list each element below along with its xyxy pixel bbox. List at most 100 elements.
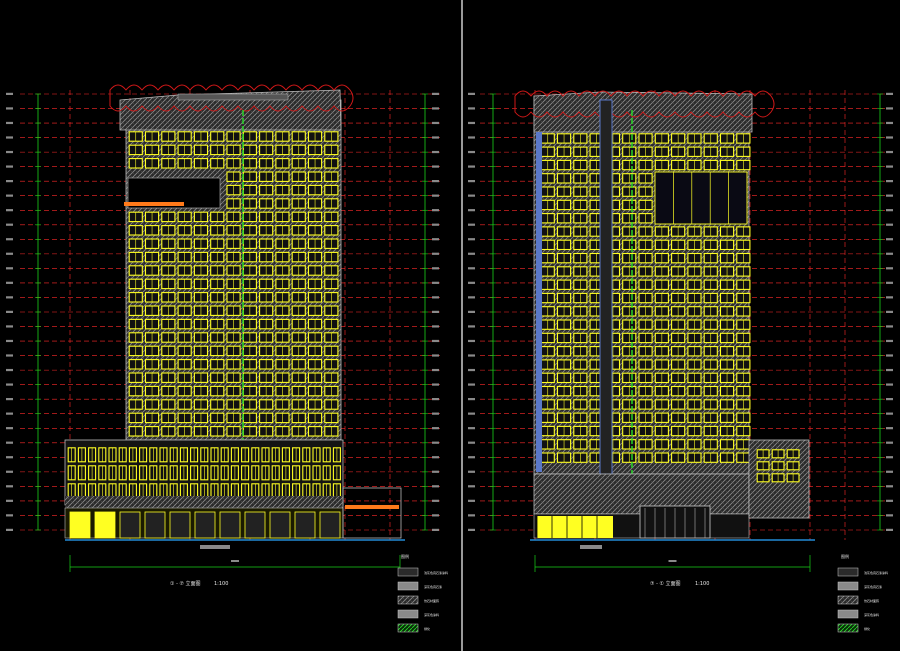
- shop-window: [144, 511, 166, 539]
- level-label-mark: [6, 354, 13, 357]
- level-label-mark: [886, 136, 893, 139]
- level-label-mark: [886, 223, 893, 226]
- level-label-mark: [6, 165, 13, 168]
- level-label-mark: [468, 180, 475, 183]
- level-label-mark: [6, 339, 13, 343]
- tower-left: [109, 84, 354, 441]
- level-label-mark: [6, 92, 13, 95]
- level-label-mark: [468, 412, 475, 415]
- legend-label: 仿石材面砖: [864, 598, 879, 603]
- level-label-mark: [6, 281, 13, 284]
- shop-window: [294, 511, 316, 539]
- level-label-mark: [886, 456, 893, 459]
- level-label-mark: [886, 121, 893, 125]
- shop-window: [69, 511, 91, 539]
- level-label-mark: [886, 354, 893, 357]
- legend-label: 浅灰色真石漆涂料: [424, 570, 448, 575]
- level-label-mark: [886, 412, 893, 415]
- level-label-mark: [432, 165, 439, 168]
- level-label-mark: [6, 150, 13, 154]
- drawing-title-left: ① - ⑦ 立面图: [170, 580, 201, 587]
- level-label-mark: [432, 281, 439, 284]
- level-label-mark: [468, 194, 475, 197]
- level-label-mark: [468, 528, 475, 531]
- level-label-mark: [886, 368, 893, 372]
- level-label-mark: [6, 485, 13, 488]
- level-label-mark: [886, 267, 893, 270]
- level-label-mark: [6, 121, 13, 125]
- legend-left: 图例浅灰色真石漆涂料深灰色真石漆仿石材面砖深灰色涂料绿化: [397, 553, 448, 633]
- legend-swatch: [397, 595, 419, 605]
- level-label-mark: [468, 252, 475, 255]
- level-label-mark: [432, 485, 439, 488]
- level-label-mark: [432, 427, 439, 430]
- level-label-mark: [432, 383, 439, 386]
- level-label-mark: [886, 398, 893, 401]
- level-label-mark: [432, 528, 439, 531]
- level-label-mark: [886, 441, 893, 444]
- legend-label: 绿化: [864, 626, 870, 631]
- level-label-mark: [432, 514, 439, 517]
- level-label-mark: [886, 281, 893, 284]
- level-label-mark: [886, 499, 893, 502]
- level-label-mark: [468, 456, 475, 459]
- shop-window: [219, 511, 241, 539]
- legend-swatch: [837, 567, 859, 577]
- level-label-mark: [432, 499, 439, 502]
- podium-band: [65, 496, 343, 508]
- level-label-mark: [886, 427, 893, 430]
- level-label-mark: [6, 107, 13, 110]
- legend-heading: 图例: [841, 553, 849, 559]
- level-label-mark: [468, 470, 475, 473]
- legend-label: 绿化: [424, 626, 430, 631]
- drawing-title-right: ⑦ - ① 立面图: [650, 580, 681, 587]
- level-label-mark: [6, 194, 13, 197]
- legend-swatch: [397, 567, 419, 577]
- level-label-mark: [432, 441, 439, 444]
- level-label-mark: [432, 136, 439, 139]
- legend-swatch: [837, 609, 859, 619]
- cad-elevation-drawings: ① - ⑦ 立面图 1:100 图例浅灰色真石漆涂料深灰色真石漆仿石材面砖深灰色…: [6, 84, 895, 633]
- level-label-mark: [6, 441, 13, 444]
- level-label-mark: [886, 514, 893, 517]
- level-label-mark: [886, 339, 893, 343]
- level-label-mark: [432, 180, 439, 183]
- level-label-mark: [468, 499, 475, 502]
- level-label-mark: [432, 92, 439, 95]
- level-label-mark: [432, 150, 439, 154]
- legend-label: 深灰色涂料: [864, 612, 879, 617]
- annex-rail: [345, 505, 399, 509]
- level-label-mark: [6, 528, 13, 531]
- shop-window: [194, 511, 216, 539]
- level-label-mark: [432, 310, 439, 313]
- level-label-mark: [432, 412, 439, 415]
- level-label-mark: [6, 252, 13, 255]
- level-label-mark: [468, 136, 475, 139]
- roof-machine-room: [177, 93, 289, 101]
- drawing-scale-left: 1:100: [214, 581, 228, 587]
- level-label-mark: [432, 223, 439, 226]
- level-label-mark: [432, 267, 439, 270]
- shop-window: [244, 511, 266, 539]
- shop-window: [169, 511, 191, 539]
- level-label-mark: [886, 209, 893, 212]
- level-label-mark: [468, 150, 475, 154]
- podium-left: [64, 439, 402, 549]
- dimension-label-mark: [668, 560, 677, 562]
- level-label-mark: [6, 383, 13, 386]
- level-label-mark: [432, 398, 439, 401]
- level-label-mark: [468, 223, 475, 226]
- level-label-mark: [468, 92, 475, 95]
- level-label-mark: [6, 238, 13, 241]
- level-label-mark: [886, 310, 893, 313]
- level-label-mark: [468, 209, 475, 212]
- level-label-mark: [886, 485, 893, 488]
- level-label-mark: [6, 136, 13, 139]
- level-label-mark: [886, 107, 893, 110]
- level-label-mark: [6, 180, 13, 183]
- legend-heading: 图例: [401, 553, 409, 559]
- level-label-mark: [468, 296, 475, 299]
- legend-swatch: [397, 609, 419, 619]
- level-label-mark: [432, 325, 439, 328]
- level-label-mark: [432, 470, 439, 473]
